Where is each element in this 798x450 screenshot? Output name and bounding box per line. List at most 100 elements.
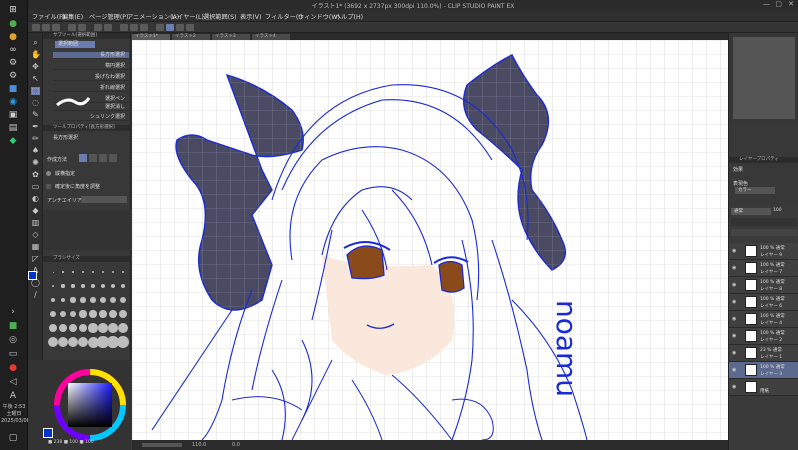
operation-tool-icon[interactable]: ↖ (31, 75, 40, 83)
undo-icon[interactable] (68, 24, 76, 31)
transform-icon[interactable] (104, 24, 112, 31)
gear-icon[interactable]: ⚙ (6, 57, 20, 69)
subtool-lasso-select[interactable]: 投げなわ選択 (53, 74, 129, 81)
brush-size-preset[interactable] (88, 323, 98, 333)
brush-size-preset[interactable] (60, 297, 66, 303)
decoration-tool-icon[interactable]: ✿ (31, 171, 40, 179)
gradient-tool-icon[interactable]: ▥ (31, 219, 40, 227)
canvas-drawing[interactable]: noamu (132, 40, 728, 440)
eye-icon[interactable]: ◉ (732, 282, 738, 288)
canvas-area[interactable]: noamu (132, 40, 728, 440)
new-selection-icon[interactable] (79, 154, 87, 162)
clear-icon[interactable] (94, 24, 102, 31)
brush-size-preset[interactable] (118, 323, 128, 333)
tray-monitor-icon[interactable]: ▭ (6, 348, 20, 360)
add-selection-icon[interactable] (89, 154, 97, 162)
brush-size-preset[interactable] (72, 271, 74, 273)
brush-size-preset[interactable] (121, 270, 125, 274)
brush-size-preset[interactable] (89, 310, 97, 318)
move-tool-icon[interactable]: ✥ (31, 63, 40, 71)
subtool-polyline-select[interactable]: 折れ線選択 (53, 85, 129, 92)
brush-size-preset[interactable] (79, 310, 87, 318)
brush-size-preset[interactable] (80, 297, 86, 303)
eye-icon[interactable]: ◉ (732, 333, 738, 339)
open-icon[interactable] (42, 24, 50, 31)
zoom-slider[interactable] (142, 443, 182, 447)
pencil-tool-icon[interactable]: ✏ (31, 135, 40, 143)
chevron-right-icon[interactable]: › (6, 306, 20, 318)
clip-studio-icon[interactable]: ◆ (6, 135, 20, 147)
menu-help[interactable]: ヘルプ(H) (335, 12, 363, 21)
layer-row[interactable]: ◉ 100 % 通常 レイヤー 7 (729, 260, 798, 277)
airbrush-tool-icon[interactable]: ✺ (31, 159, 40, 167)
blend-mode-select[interactable]: 通常 (731, 208, 771, 215)
brush-size-preset[interactable] (117, 336, 129, 348)
deselect-icon[interactable] (120, 24, 128, 31)
maximize-icon[interactable]: ▢ (775, 0, 782, 8)
brush-size-preset[interactable] (118, 309, 128, 319)
fill-tool-icon[interactable]: ◆ (31, 207, 40, 215)
eye-icon[interactable]: ◉ (732, 350, 738, 356)
brush-size-preset[interactable] (100, 297, 106, 303)
taskbar-clock[interactable]: 午後 2:53 土曜日 2025/03/08 (1, 404, 30, 425)
brush-size-preset[interactable] (78, 323, 88, 333)
brush-size-preset[interactable] (50, 297, 56, 303)
intersect-selection-icon[interactable] (109, 154, 117, 162)
tray-sync-icon[interactable]: ◎ (6, 334, 20, 346)
menu-window[interactable]: ウィンドウ(W) (298, 12, 340, 21)
chrome-canary-icon[interactable]: ● (6, 31, 20, 43)
aspect-checkbox[interactable] (46, 171, 51, 176)
close-icon[interactable]: ✕ (788, 0, 794, 8)
ime-icon[interactable]: A (6, 390, 20, 402)
brush-size-preset[interactable] (59, 310, 67, 318)
layer-row[interactable]: ◉ 100 % 通常 レイヤー 2 (729, 328, 798, 345)
antialias-slider[interactable] (81, 196, 127, 203)
brush-size-preset[interactable] (98, 323, 108, 333)
edge-icon[interactable]: ◉ (6, 96, 20, 108)
brush-size-preset[interactable] (120, 283, 126, 289)
figure-tool-icon[interactable]: ◇ (31, 231, 40, 239)
brush-size-preset[interactable] (70, 297, 76, 303)
window-icon[interactable]: ▣ (6, 109, 20, 121)
speaker-icon[interactable]: ◁ (6, 376, 20, 388)
layer-row[interactable]: ◉ 23 % 通常 レイヤー 1 (729, 345, 798, 362)
subtool-ellipse-select[interactable]: 楕円選択 (53, 63, 129, 70)
minimize-icon[interactable]: — (763, 0, 770, 8)
brush-size-preset[interactable] (101, 270, 105, 274)
navigator-preview[interactable] (733, 37, 795, 119)
zoom-tool-icon[interactable]: ⌕ (31, 39, 40, 47)
brush-size-preset[interactable] (110, 283, 116, 289)
hand-tool-icon[interactable]: ✋ (31, 51, 41, 59)
eyedropper-tool-icon[interactable]: ✎ (31, 111, 40, 119)
grid-icon[interactable] (166, 24, 174, 31)
layer-row-selected[interactable]: ◉ 100 % 通常 レイヤー 3 (729, 362, 798, 379)
ruler-icon[interactable] (156, 24, 164, 31)
brush-tool-icon[interactable]: ♠ (31, 147, 40, 155)
new-icon[interactable] (32, 24, 40, 31)
layer-row[interactable]: ◉ 100 % 通常 レイヤー 8 (729, 277, 798, 294)
redo-icon[interactable] (78, 24, 86, 31)
zoom-value[interactable]: 110.0 (192, 442, 206, 448)
tray-record-icon[interactable]: ● (6, 362, 20, 374)
brush-size-preset[interactable] (48, 323, 58, 333)
app-icon[interactable]: ▤ (6, 122, 20, 134)
pen-tool-icon[interactable]: ✒ (31, 123, 40, 131)
layer-row[interactable]: ◉ 100 % 通常 レイヤー 4 (729, 311, 798, 328)
brush-size-preset[interactable] (108, 323, 118, 333)
brush-size-preset[interactable] (69, 310, 77, 318)
notification-icon[interactable]: ▢ (6, 432, 20, 444)
subtool-rect-select[interactable]: 長方形選択 (53, 52, 129, 59)
color-wheel[interactable] (53, 368, 127, 442)
eye-icon[interactable]: ◉ (732, 384, 738, 390)
ruler-tool-icon[interactable]: ◸ (31, 255, 40, 263)
brush-size-preset[interactable] (52, 271, 54, 273)
settings-icon[interactable]: ⚙ (6, 70, 20, 82)
fix-angle-checkbox[interactable] (46, 184, 51, 189)
eye-icon[interactable]: ◉ (732, 265, 738, 271)
brush-size-preset[interactable] (100, 283, 106, 289)
brush-size-preset[interactable] (99, 310, 107, 318)
brush-size-preset[interactable] (92, 271, 94, 273)
brush-size-preset[interactable] (91, 284, 95, 288)
brush-size-preset[interactable] (61, 284, 65, 288)
brush-size-preset[interactable] (49, 310, 57, 318)
